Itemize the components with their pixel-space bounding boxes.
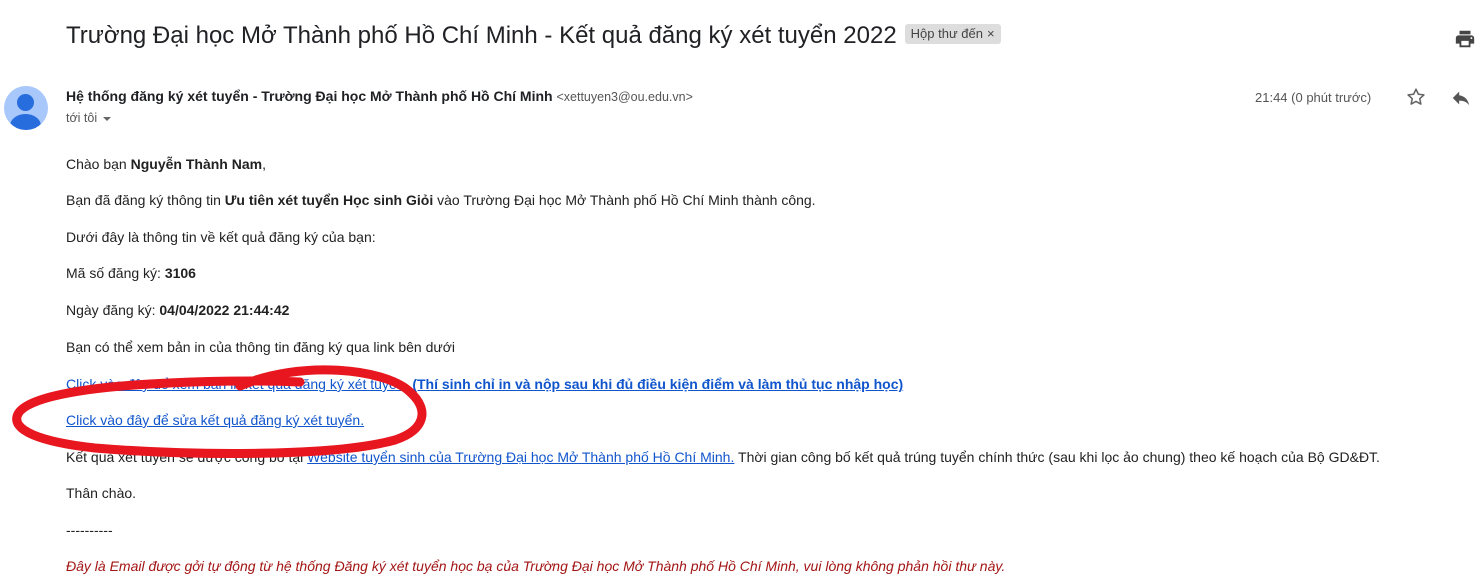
reg-date-label: Ngày đăng ký:: [66, 302, 160, 318]
print-link-row: Click vào đây để xem bản in kết quả đăng…: [66, 376, 903, 392]
signature-separator: ----------: [66, 522, 113, 538]
subject-text: Trường Đại học Mở Thành phố Hồ Chí Minh …: [66, 22, 897, 49]
printer-icon[interactable]: [1454, 28, 1476, 50]
email-subject: Trường Đại học Mở Thành phố Hồ Chí Minh …: [66, 22, 1001, 50]
registration-confirmation: Bạn đã đăng ký thông tin Ưu tiên xét tuy…: [66, 192, 816, 208]
line1-suffix: vào Trường Đại học Mở Thành phố Hồ Chí M…: [433, 192, 816, 208]
registration-code: Mã số đăng ký: 3106: [66, 265, 196, 281]
registration-date: Ngày đăng ký: 04/04/2022 21:44:42: [66, 302, 289, 318]
sender-email: <xettuyen3@ou.edu.vn>: [556, 90, 693, 104]
print-intro: Bạn có thể xem bản in của thông tin đăng…: [66, 339, 456, 355]
greeting-prefix: Chào bạn: [66, 156, 131, 172]
sender-name[interactable]: Hệ thống đăng ký xét tuyển - Trường Đại …: [66, 88, 553, 104]
reply-icon[interactable]: [1450, 87, 1472, 109]
edit-link-row: Click vào đây để sửa kết quả đăng ký xét…: [66, 412, 364, 428]
print-note-link[interactable]: (Thí sinh chỉ in và nộp sau khi đủ điều …: [412, 376, 903, 392]
line1-prefix: Bạn đã đăng ký thông tin: [66, 192, 225, 208]
reg-code-label: Mã số đăng ký:: [66, 265, 165, 281]
avatar-icon[interactable]: [4, 86, 48, 130]
sender-info: Hệ thống đăng ký xét tuyển - Trường Đại …: [66, 88, 693, 104]
star-icon[interactable]: [1405, 86, 1427, 108]
greeting: Chào bạn Nguyễn Thành Nam,: [66, 156, 266, 172]
print-result-link[interactable]: Click vào đây để xem bản in kết quả đăng…: [66, 376, 408, 392]
result-announcement: Kết quả xét tuyển sẽ được công bố tại We…: [66, 449, 1380, 465]
recipient-text: tới tôi: [66, 111, 98, 125]
email-timestamp: 21:44 (0 phút trước): [1255, 90, 1372, 105]
greeting-suffix: ,: [262, 156, 266, 172]
inbox-label-text: Hộp thư đến: [910, 25, 983, 41]
reg-code-value: 3106: [164, 265, 196, 281]
closing: Thân chào.: [66, 485, 137, 501]
inbox-label[interactable]: Hộp thư đến ×: [904, 23, 1001, 44]
recipient-name: Nguyễn Thành Nam: [130, 156, 263, 172]
auto-email-note: Đây là Email được gởi tự động từ hệ thốn…: [66, 558, 1006, 574]
admissions-website-link[interactable]: Website tuyển sinh của Trường Đại học Mở…: [307, 449, 734, 465]
reg-date-value: 04/04/2022 21:44:42: [159, 302, 290, 318]
result-prefix: Kết quả xét tuyển sẽ được công bố tại: [66, 449, 308, 465]
info-intro: Dưới đây là thông tin về kết quả đăng ký…: [66, 229, 376, 245]
recipient-dropdown[interactable]: tới tôi: [66, 111, 112, 125]
chevron-down-icon[interactable]: [103, 116, 112, 121]
program-name: Ưu tiên xét tuyển Học sinh Giỏi: [224, 192, 434, 208]
remove-label-button[interactable]: ×: [987, 26, 995, 41]
edit-result-link[interactable]: Click vào đây để sửa kết quả đăng ký xét…: [66, 412, 364, 428]
result-suffix: Thời gian công bố kết quả trúng tuyển ch…: [734, 449, 1380, 465]
